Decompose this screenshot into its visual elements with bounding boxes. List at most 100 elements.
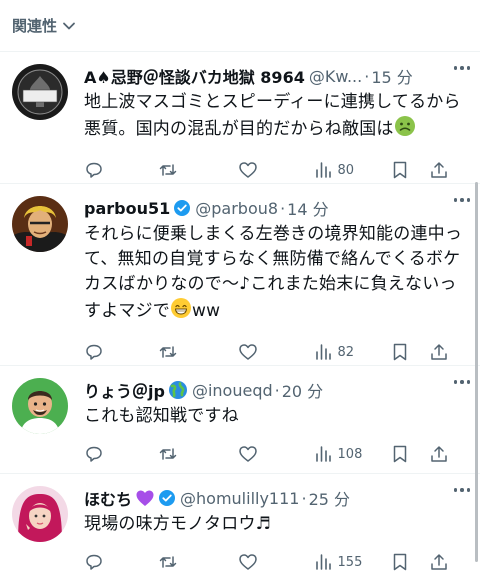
views-button[interactable]: 108	[314, 445, 392, 463]
separator-dot: ·	[364, 66, 370, 86]
views-button[interactable]: 155	[314, 553, 392, 571]
display-name[interactable]: りょう＠jp	[84, 378, 165, 402]
tweet-text-content: それらに便乗しまくる左巻きの境界知能の連中って、無知の自覚すらなく無防備で絡んで…	[84, 224, 463, 321]
retweet-button[interactable]	[158, 552, 238, 572]
share-button[interactable]	[429, 342, 452, 362]
heart-icon	[238, 344, 257, 360]
tweet-text-content: 現場の味方モノタロウ♬	[84, 514, 272, 534]
nauseated-face-emoji-icon	[394, 115, 416, 145]
retweet-icon	[159, 164, 177, 176]
sort-label: 関連性	[12, 17, 58, 35]
retweet-button[interactable]	[158, 342, 238, 362]
like-button[interactable]	[238, 444, 314, 464]
retweet-icon	[159, 448, 177, 460]
share-button[interactable]	[429, 160, 452, 180]
reply-tweet[interactable]: A♠忌野＠怪談バカ地獄 8964 @Kw... · 15 分 地上波マスゴミとス…	[0, 52, 480, 184]
user-handle[interactable]: @Kw...	[309, 67, 362, 86]
reply-icon	[86, 344, 102, 360]
bookmark-icon	[394, 553, 407, 571]
heart-icon	[238, 446, 257, 462]
display-name[interactable]: ほむち	[84, 486, 132, 510]
more-options-icon[interactable]	[453, 380, 470, 384]
user-handle[interactable]: @parbou8	[195, 199, 278, 218]
views-count: 155	[337, 554, 363, 570]
tweet-actions: 108	[84, 429, 468, 479]
reply-icon	[86, 446, 102, 462]
more-options-icon[interactable]	[453, 198, 470, 202]
like-button[interactable]	[238, 160, 314, 180]
share-icon	[431, 446, 447, 462]
bookmark-icon	[394, 445, 407, 463]
views-button[interactable]: 82	[314, 343, 392, 361]
reply-button[interactable]	[84, 342, 158, 362]
user-handle[interactable]: @inoueqd	[192, 381, 273, 400]
tweet-actions: 155	[84, 537, 468, 580]
avatar[interactable]	[12, 486, 68, 542]
reply-button[interactable]	[84, 160, 158, 180]
tweet-text: 現場の味方モノタロウ♬	[84, 512, 468, 537]
separator-dot: ·	[301, 488, 307, 508]
reply-tweet[interactable]: ほむち @homulilly111 · 25 分 現場の味方モノタロウ♬ 155	[0, 474, 480, 580]
avatar[interactable]	[12, 196, 68, 252]
grinning-face-emoji-icon	[170, 297, 192, 327]
views-bar-chart-icon	[315, 554, 331, 570]
retweet-icon	[159, 556, 177, 568]
separator-dot: ·	[274, 380, 280, 400]
like-button[interactable]	[238, 342, 314, 362]
heart-icon	[238, 554, 257, 570]
timestamp[interactable]: 14 分	[287, 196, 328, 220]
views-button[interactable]: 80	[314, 161, 392, 179]
verified-badge-icon	[173, 199, 191, 217]
retweet-icon	[159, 346, 177, 358]
globe-emoji-icon	[168, 380, 188, 400]
bookmark-icon	[394, 161, 407, 179]
scrollbar[interactable]	[475, 182, 478, 562]
share-icon	[431, 344, 447, 360]
user-handle[interactable]: @homulilly111	[180, 489, 299, 508]
purple-heart-emoji-icon	[135, 488, 155, 508]
retweet-button[interactable]	[158, 444, 238, 464]
reply-button[interactable]	[84, 552, 158, 572]
bookmark-button[interactable]	[391, 342, 429, 362]
bookmark-button[interactable]	[391, 552, 429, 572]
separator-dot: ·	[280, 198, 286, 218]
retweet-button[interactable]	[158, 160, 238, 180]
share-button[interactable]	[429, 552, 452, 572]
heart-icon	[238, 162, 257, 178]
tweet-text: 地上波マスゴミとスピーディーに連携してるから悪質。国内の混乱が目的だからね敵国は	[84, 90, 468, 145]
avatar[interactable]	[12, 64, 68, 120]
tweet-text-tail: ww	[192, 301, 221, 321]
reply-icon	[86, 554, 102, 570]
share-button[interactable]	[429, 444, 452, 464]
views-bar-chart-icon	[315, 344, 331, 360]
timestamp[interactable]: 15 分	[371, 64, 412, 88]
sort-dropdown[interactable]: 関連性	[0, 0, 480, 52]
timestamp[interactable]: 25 分	[309, 486, 350, 510]
tweet-text-content: これも認知戦ですね	[84, 406, 239, 426]
views-count: 80	[337, 162, 355, 178]
verified-badge-icon	[158, 489, 176, 507]
like-button[interactable]	[238, 552, 314, 572]
timestamp[interactable]: 20 分	[282, 378, 323, 402]
more-options-icon[interactable]	[453, 488, 470, 492]
views-bar-chart-icon	[315, 446, 331, 462]
bookmark-icon	[394, 343, 407, 361]
display-name[interactable]: parbou51	[84, 199, 170, 218]
reply-tweet[interactable]: りょう＠jp @inoueqd · 20 分 これも認知戦ですね 108	[0, 366, 480, 474]
tweet-text: それらに便乗しまくる左巻きの境界知能の連中って、無知の自覚すらなく無防備で絡んで…	[84, 222, 468, 327]
display-name[interactable]: A♠忌野＠怪談バカ地獄 8964	[84, 64, 305, 88]
views-count: 108	[337, 446, 363, 462]
chevron-down-icon	[62, 19, 76, 33]
bookmark-button[interactable]	[391, 160, 429, 180]
share-icon	[431, 162, 447, 178]
bookmark-button[interactable]	[391, 444, 429, 464]
share-icon	[431, 554, 447, 570]
views-bar-chart-icon	[315, 162, 331, 178]
tweet-text: これも認知戦ですね	[84, 404, 468, 429]
more-options-icon[interactable]	[453, 66, 470, 70]
avatar[interactable]	[12, 378, 68, 434]
reply-tweet[interactable]: parbou51 @parbou8 · 14 分 それらに便乗しまくる左巻きの境…	[0, 184, 480, 366]
reply-icon	[86, 162, 102, 178]
views-count: 82	[337, 344, 355, 360]
reply-button[interactable]	[84, 444, 158, 464]
